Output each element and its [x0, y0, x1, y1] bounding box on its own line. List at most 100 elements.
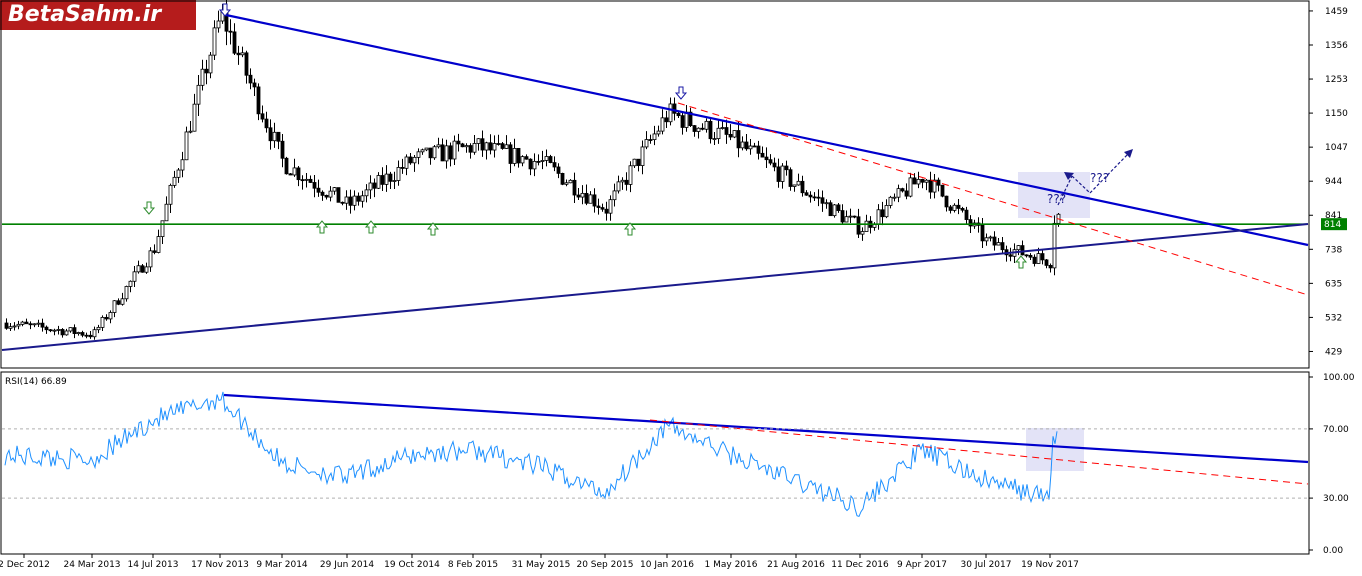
candle-body [236, 52, 241, 56]
candle-body [200, 68, 205, 86]
candle-body [636, 158, 641, 166]
candle-body [296, 167, 301, 181]
x-axis-label: 9 Mar 2014 [256, 560, 308, 570]
candle-body [408, 156, 413, 164]
candle-body [944, 195, 949, 208]
candle-body [280, 140, 285, 159]
candle-body [68, 327, 73, 332]
candle-body [240, 52, 245, 56]
candle-body [696, 127, 701, 132]
x-axis-label: 1 May 2016 [705, 560, 758, 570]
candle-body [948, 206, 953, 211]
candle-body [184, 131, 189, 161]
candle-body [856, 216, 861, 235]
candle-body [172, 176, 177, 186]
candle-body [996, 242, 1001, 246]
candle-body [92, 329, 97, 338]
candle-body [816, 196, 821, 199]
candle-body [196, 84, 201, 105]
candle-body [632, 158, 637, 167]
x-axis-label: 9 Apr 2017 [897, 560, 947, 570]
candle-body [316, 187, 321, 193]
candle-body [728, 134, 733, 138]
candle-body [984, 237, 989, 242]
candle-body [620, 179, 625, 183]
candle-body [1032, 256, 1037, 264]
candle-body [368, 182, 373, 191]
candle-body [388, 173, 393, 182]
candle-body [992, 236, 997, 246]
candle-body [532, 160, 537, 170]
price-axis-label: 429 [1325, 347, 1342, 357]
x-axis-label: 29 Jun 2014 [320, 560, 374, 570]
candle-body [436, 144, 441, 148]
candle-body [192, 103, 197, 132]
candle-body [112, 300, 117, 313]
price-axis-label: 1356 [1325, 41, 1348, 51]
candle-body [736, 130, 741, 149]
candle-body [24, 321, 29, 325]
candle-body [252, 82, 257, 88]
candle-body [640, 146, 645, 166]
candle-body [860, 231, 865, 235]
candle-body [824, 202, 829, 205]
rsi-dashed-line [649, 419, 1309, 485]
candle-body [628, 165, 633, 185]
candle-body [356, 195, 361, 202]
candle-body [292, 167, 297, 176]
rsi-axis-label: 0.00 [1323, 546, 1343, 556]
candle-body [384, 173, 389, 185]
candle-body [228, 30, 233, 33]
candle-body [372, 182, 377, 189]
candle-body [752, 145, 757, 148]
candle-body [892, 196, 897, 199]
candle-body [284, 157, 289, 175]
candle-body [988, 236, 993, 239]
candle-body [176, 169, 181, 178]
price-axis-label: 532 [1325, 313, 1342, 323]
x-axis-label: 19 Nov 2017 [1021, 560, 1079, 570]
price-axis-label: 1459 [1325, 7, 1348, 17]
candle-body [304, 178, 309, 181]
candle-body [800, 180, 805, 194]
candle-body [836, 204, 841, 211]
candle-body [560, 172, 565, 185]
candle-body [744, 141, 749, 150]
candle-body [604, 208, 609, 214]
candle-body [668, 103, 673, 123]
candle-body [264, 118, 269, 129]
candle-body [332, 187, 337, 192]
x-axis-label: 14 Jul 2013 [128, 560, 179, 570]
candle-body [616, 181, 621, 192]
candle-body [600, 207, 605, 210]
candle-body [1016, 245, 1021, 251]
candle-body [568, 179, 573, 184]
candle-body [52, 329, 57, 332]
candle-body [840, 210, 845, 223]
candle-body [132, 271, 137, 282]
candle-body [244, 52, 249, 76]
candle-body [364, 189, 369, 197]
candle-body [760, 152, 765, 158]
candle-body [28, 323, 33, 326]
x-axis-label: 17 Nov 2013 [191, 560, 249, 570]
x-axis-label: 19 Oct 2014 [384, 560, 440, 570]
candle-body [644, 139, 649, 148]
candle-body [828, 202, 833, 217]
candle-body [572, 179, 577, 196]
candle-body [588, 194, 593, 204]
candle-body [844, 216, 849, 223]
candle-body [452, 140, 457, 160]
candle-body [1008, 254, 1013, 257]
candle-body [376, 175, 381, 189]
candle-body [216, 20, 221, 29]
x-axis-label: 20 Sep 2015 [576, 560, 633, 570]
price-panel-frame [0, 0, 1310, 369]
price-axis-label: 1150 [1325, 109, 1348, 119]
candle-body [312, 182, 317, 189]
candle-body [256, 86, 261, 115]
candle-body [212, 27, 217, 56]
candle-body [812, 196, 817, 199]
candle-body [516, 147, 521, 164]
candle-body [864, 220, 869, 232]
